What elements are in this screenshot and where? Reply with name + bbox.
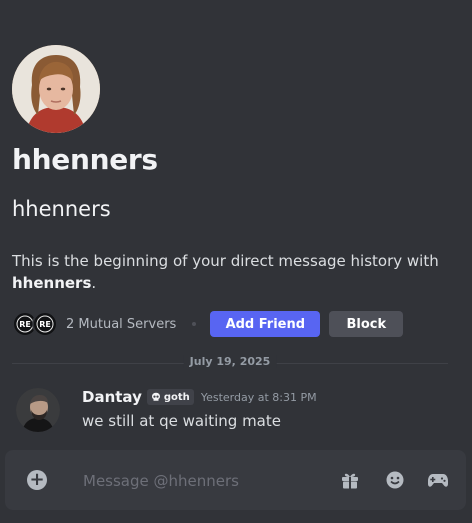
profile-username: hhenners — [12, 197, 111, 221]
server-icon[interactable]: RE — [32, 311, 58, 337]
server-tag-badge[interactable]: goth — [146, 389, 194, 405]
intro-prefix: This is the beginning of your direct mes… — [12, 252, 439, 270]
date-divider-label: July 19, 2025 — [183, 355, 277, 368]
intro-username: hhenners — [12, 274, 92, 292]
block-button[interactable]: Block — [329, 311, 404, 337]
date-divider: July 19, 2025 — [12, 355, 448, 368]
mutual-servers-link[interactable]: 2 Mutual Servers — [66, 317, 176, 332]
message-input[interactable] — [81, 468, 325, 494]
message-header: Dantay goth Yesterday at 8:31 PM — [82, 388, 317, 406]
message-author[interactable]: Dantay — [82, 388, 142, 406]
dm-intro-text: This is the beginning of your direct mes… — [12, 250, 462, 294]
mutual-server-icons[interactable]: RE RE — [12, 311, 58, 337]
intro-suffix: . — [91, 274, 97, 292]
activities-icon[interactable] — [427, 469, 449, 491]
add-friend-button[interactable]: Add Friend — [210, 311, 321, 337]
server-icon-label: RE — [19, 320, 31, 329]
gift-icon[interactable] — [339, 469, 361, 491]
profile-avatar[interactable] — [12, 45, 100, 133]
message-avatar[interactable] — [16, 388, 60, 432]
message-content: we still at qe waiting mate — [82, 412, 281, 430]
server-icon-label: RE — [39, 320, 51, 329]
add-attachment-icon[interactable]: + — [27, 470, 47, 490]
profile-actions: RE RE 2 Mutual Servers Add Friend Block — [12, 311, 404, 337]
skull-icon — [151, 392, 160, 401]
profile-display-name: hhenners — [12, 143, 158, 176]
message-timestamp: Yesterday at 8:31 PM — [200, 390, 317, 404]
message-composer: + — [5, 450, 466, 510]
emoji-icon[interactable] — [384, 469, 406, 491]
server-tag-label: goth — [163, 391, 190, 403]
separator-dot — [192, 322, 197, 326]
